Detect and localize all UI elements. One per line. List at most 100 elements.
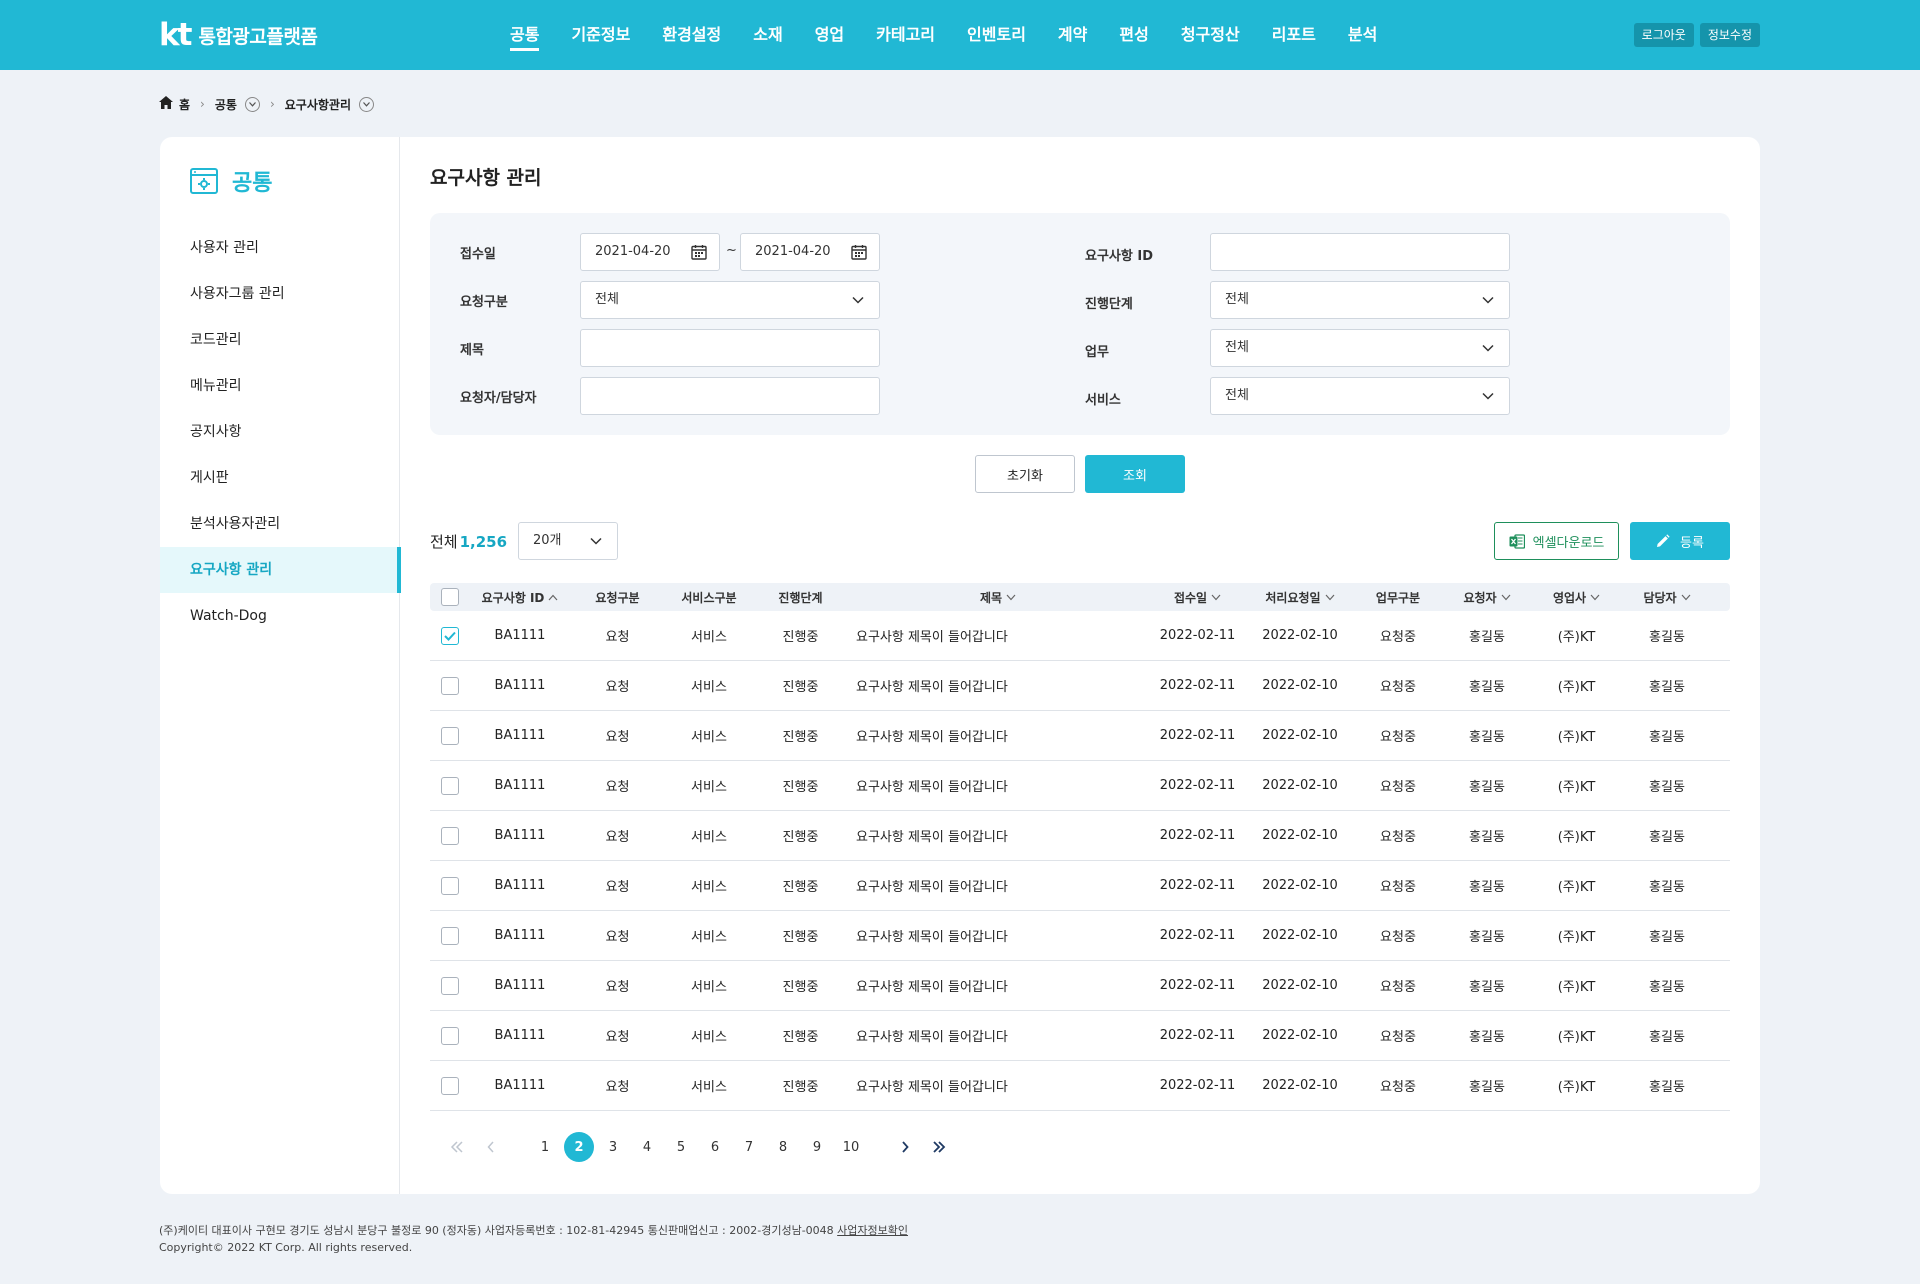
- chevron-down-icon[interactable]: [244, 96, 260, 112]
- page-number[interactable]: 6: [698, 1131, 732, 1163]
- table-row[interactable]: BA1111 요청 서비스 진행중 요구사항 제목이 들어갑니다 2022-02-11 20…: [430, 611, 1730, 661]
- logout-button[interactable]: 로그아웃: [1633, 23, 1694, 47]
- col-req-id[interactable]: 요구사항 ID: [470, 589, 570, 606]
- sidebar-item[interactable]: 메뉴관리: [160, 363, 400, 409]
- cell-subject[interactable]: 요구사항 제목이 들어갑니다: [848, 776, 1148, 795]
- nav-item[interactable]: 소재: [753, 0, 782, 70]
- progress-select[interactable]: 전체: [1210, 281, 1510, 319]
- business-info-link[interactable]: 사업자정보확인: [837, 1224, 908, 1237]
- excel-download-button[interactable]: 엑셀다운로드: [1494, 522, 1619, 560]
- page-number[interactable]: 3: [596, 1131, 630, 1163]
- table-row[interactable]: BA1111 요청 서비스 진행중 요구사항 제목이 들어갑니다 2022-02-11 20…: [430, 861, 1730, 911]
- nav-item[interactable]: 공통: [510, 0, 540, 70]
- first-page-icon[interactable]: [440, 1131, 474, 1163]
- sidebar-item[interactable]: 사용자 관리: [160, 225, 400, 271]
- col-sales-company[interactable]: 영업사: [1531, 589, 1622, 606]
- service-select[interactable]: 전체: [1210, 377, 1510, 415]
- sort-down-icon[interactable]: [1501, 594, 1511, 601]
- sidebar-item[interactable]: Watch-Dog: [160, 593, 400, 639]
- nav-item[interactable]: 계약: [1058, 0, 1087, 70]
- cell-subject[interactable]: 요구사항 제목이 들어갑니다: [848, 926, 1148, 945]
- page-number[interactable]: 7: [732, 1131, 766, 1163]
- date-from-input[interactable]: 2021-04-20: [580, 233, 720, 271]
- nav-item[interactable]: 분석: [1348, 0, 1377, 70]
- nav-item[interactable]: 카테고리: [876, 0, 935, 70]
- col-subject[interactable]: 제목: [848, 589, 1148, 606]
- req-type-select[interactable]: 전체: [580, 281, 880, 319]
- chevron-down-icon[interactable]: [359, 96, 375, 112]
- cell-subject[interactable]: 요구사항 제목이 들어갑니다: [848, 826, 1148, 845]
- page-number[interactable]: 8: [766, 1131, 800, 1163]
- row-checkbox[interactable]: [441, 826, 459, 845]
- row-checkbox[interactable]: [441, 726, 459, 745]
- sidebar-item[interactable]: 요구사항 관리: [160, 547, 401, 593]
- row-checkbox[interactable]: [441, 876, 459, 895]
- register-button[interactable]: 등록: [1630, 522, 1730, 560]
- nav-item[interactable]: 리포트: [1272, 0, 1316, 70]
- page-number[interactable]: 1: [528, 1131, 562, 1163]
- sort-down-icon[interactable]: [1211, 594, 1221, 601]
- sort-up-icon[interactable]: [548, 594, 558, 601]
- page-number[interactable]: 2: [562, 1131, 596, 1163]
- sort-down-icon[interactable]: [1681, 594, 1691, 601]
- sort-down-icon[interactable]: [1006, 594, 1016, 601]
- breadcrumb-level1[interactable]: 공통: [215, 96, 237, 113]
- nav-item[interactable]: 기준정보: [571, 0, 630, 70]
- prev-page-icon[interactable]: [474, 1131, 508, 1163]
- row-checkbox[interactable]: [441, 676, 459, 695]
- sort-down-icon[interactable]: [1590, 594, 1600, 601]
- row-checkbox[interactable]: [441, 1026, 459, 1045]
- work-select[interactable]: 전체: [1210, 329, 1510, 367]
- page-number[interactable]: 9: [800, 1131, 834, 1163]
- cell-subject[interactable]: 요구사항 제목이 들어갑니다: [848, 626, 1148, 645]
- calendar-icon[interactable]: [851, 244, 867, 260]
- sidebar-item[interactable]: 분석사용자관리: [160, 501, 400, 547]
- subject-input[interactable]: [580, 329, 880, 367]
- table-row[interactable]: BA1111 요청 서비스 진행중 요구사항 제목이 들어갑니다 2022-02-11 20…: [430, 811, 1730, 861]
- table-row[interactable]: BA1111 요청 서비스 진행중 요구사항 제목이 들어갑니다 2022-02-11 20…: [430, 711, 1730, 761]
- page-size-select[interactable]: 20개: [518, 522, 618, 560]
- calendar-icon[interactable]: [691, 244, 707, 260]
- breadcrumb-level2[interactable]: 요구사항관리: [285, 96, 351, 113]
- select-all-checkbox[interactable]: [441, 588, 459, 606]
- home-icon[interactable]: [159, 96, 173, 112]
- row-checkbox[interactable]: [441, 626, 459, 645]
- cell-subject[interactable]: 요구사항 제목이 들어갑니다: [848, 676, 1148, 695]
- table-row[interactable]: BA1111 요청 서비스 진행중 요구사항 제목이 들어갑니다 2022-02-11 20…: [430, 1061, 1730, 1111]
- col-received-date[interactable]: 접수일: [1148, 589, 1247, 606]
- logo[interactable]: kt 통합광고플랫폼: [159, 19, 318, 51]
- col-manager[interactable]: 담당자: [1622, 589, 1712, 606]
- page-number[interactable]: 5: [664, 1131, 698, 1163]
- cell-subject[interactable]: 요구사항 제목이 들어갑니다: [848, 976, 1148, 995]
- date-to-input[interactable]: 2021-04-20: [740, 233, 880, 271]
- search-button[interactable]: 조회: [1085, 455, 1185, 493]
- row-checkbox[interactable]: [441, 1076, 459, 1095]
- row-checkbox[interactable]: [441, 926, 459, 945]
- table-row[interactable]: BA1111 요청 서비스 진행중 요구사항 제목이 들어갑니다 2022-02-11 20…: [430, 661, 1730, 711]
- table-row[interactable]: BA1111 요청 서비스 진행중 요구사항 제목이 들어갑니다 2022-02-11 20…: [430, 961, 1730, 1011]
- sidebar-item[interactable]: 사용자그룹 관리: [160, 271, 400, 317]
- col-requester[interactable]: 요청자: [1443, 589, 1531, 606]
- person-input[interactable]: [580, 377, 880, 415]
- breadcrumb-home[interactable]: 홈: [179, 96, 190, 113]
- sort-down-icon[interactable]: [1325, 594, 1335, 601]
- sidebar-item[interactable]: 코드관리: [160, 317, 400, 363]
- page-number[interactable]: 10: [834, 1131, 868, 1163]
- sidebar-item[interactable]: 공지사항: [160, 409, 400, 455]
- nav-item[interactable]: 인벤토리: [967, 0, 1026, 70]
- nav-item[interactable]: 환경설정: [662, 0, 721, 70]
- page-number[interactable]: 4: [630, 1131, 664, 1163]
- row-checkbox[interactable]: [441, 976, 459, 995]
- sidebar-item[interactable]: 게시판: [160, 455, 400, 501]
- cell-subject[interactable]: 요구사항 제목이 들어갑니다: [848, 1026, 1148, 1045]
- cell-subject[interactable]: 요구사항 제목이 들어갑니다: [848, 1076, 1148, 1095]
- last-page-icon[interactable]: [922, 1131, 956, 1163]
- table-row[interactable]: BA1111 요청 서비스 진행중 요구사항 제목이 들어갑니다 2022-02-11 20…: [430, 1011, 1730, 1061]
- table-row[interactable]: BA1111 요청 서비스 진행중 요구사항 제목이 들어갑니다 2022-02-11 20…: [430, 911, 1730, 961]
- cell-subject[interactable]: 요구사항 제목이 들어갑니다: [848, 726, 1148, 745]
- cell-subject[interactable]: 요구사항 제목이 들어갑니다: [848, 876, 1148, 895]
- profile-edit-button[interactable]: 정보수정: [1699, 23, 1760, 47]
- col-process-date[interactable]: 처리요청일: [1247, 589, 1353, 606]
- nav-item[interactable]: 청구정산: [1181, 0, 1240, 70]
- row-checkbox[interactable]: [441, 776, 459, 795]
